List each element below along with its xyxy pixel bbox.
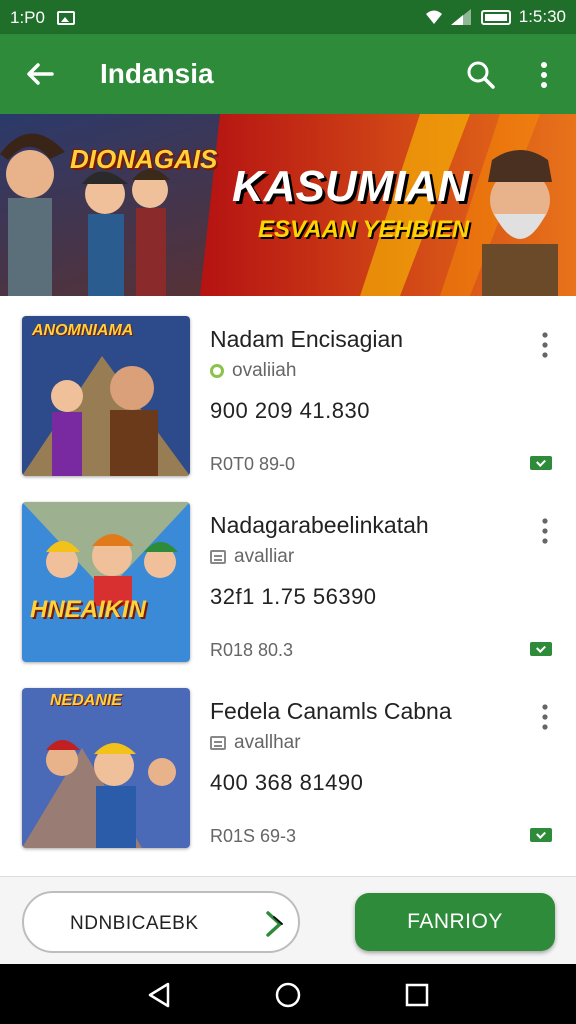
app-title: Indansia (100, 58, 214, 89)
game-subtitle-row: ovaliiah (210, 360, 296, 382)
nav-recents-icon[interactable] (400, 978, 434, 1012)
ring-icon (210, 364, 224, 378)
more-vert-icon[interactable] (532, 516, 558, 546)
game-name: Nadam Encisagian (210, 326, 404, 352)
game-thumbnail[interactable]: NEDANIE (22, 688, 190, 848)
more-vert-icon[interactable] (532, 330, 558, 360)
status-time-left: 1:P0 (10, 8, 45, 27)
game-meta: R01S 69-3 (210, 826, 297, 846)
nav-back-icon[interactable] (142, 978, 176, 1012)
banner-subheadline: ESVAAN YEHBIEN (258, 216, 470, 243)
thumb-title-text: ANOMNIAMA (32, 322, 134, 339)
installed-badge-icon (530, 642, 552, 656)
game-stats: 400 368 81490 (210, 770, 364, 795)
game-subtitle-row: avalliar (210, 546, 294, 568)
image-notification-icon (56, 11, 75, 25)
game-meta: R018 80.3 (210, 640, 294, 660)
game-stats: 900 209 41.830 (210, 398, 370, 423)
secondary-action-label: NDNBICAEBK (70, 913, 199, 934)
thumb-title-text: HNEAIKIN (30, 596, 147, 623)
game-card[interactable]: HNEAIKIN Nadagarabeelinkatah avalliar 32… (0, 482, 576, 668)
bottom-action-bar: NDNBICAEBK FANRIOY (0, 876, 576, 965)
game-name: Fedela Canamls Cabna (210, 698, 452, 724)
list-icon (210, 736, 226, 750)
game-stats: 32f1 1.75 56390 (210, 584, 377, 609)
game-thumbnail[interactable]: ANOMNIAMA (22, 316, 190, 476)
installed-badge-icon (530, 828, 552, 842)
signal-icon (450, 9, 471, 25)
game-subtitle: avallhar (234, 732, 301, 753)
game-subtitle-row: avallhar (210, 732, 301, 754)
more-vert-icon[interactable] (532, 702, 558, 732)
game-card[interactable]: ANOMNIAMA Nadam Encisagian ovaliiah 900 … (0, 296, 576, 482)
list-icon (210, 550, 226, 564)
game-meta: R0T0 89-0 (210, 454, 296, 474)
chevron-icon (266, 911, 283, 937)
game-thumbnail[interactable]: HNEAIKIN (22, 502, 190, 662)
more-vert-icon[interactable] (528, 58, 560, 92)
thumb-title-text: NEDANIE (50, 692, 123, 709)
secondary-action-button[interactable]: NDNBICAEBK (22, 891, 300, 953)
game-subtitle: avalliar (234, 546, 295, 567)
app-bar: Indansia (0, 34, 576, 114)
game-card[interactable]: NEDANIE Fedela Canamls Cabna avallhar 40… (0, 668, 576, 854)
nav-home-icon[interactable] (271, 978, 305, 1012)
battery-icon (480, 9, 511, 25)
back-arrow-icon[interactable] (22, 56, 58, 92)
primary-action-label: FANRIOY (407, 910, 503, 933)
banner-logo-text: DIONAGAIS (70, 144, 218, 174)
game-subtitle: ovaliiah (232, 360, 297, 381)
wifi-icon (425, 10, 442, 24)
status-time-right: 1:5:30 (518, 7, 566, 26)
banner-headline: KASUMIAN (232, 162, 470, 211)
game-name: Nadagarabeelinkatah (210, 512, 429, 538)
system-nav-bar (0, 964, 576, 1024)
primary-action-button[interactable]: FANRIOY (355, 893, 555, 951)
game-list: ANOMNIAMA Nadam Encisagian ovaliiah 900 … (0, 296, 576, 876)
installed-badge-icon (530, 456, 552, 470)
search-icon[interactable] (464, 58, 498, 92)
promo-banner[interactable]: DIONAGAIS KASUMIAN ESVAAN YEHBIEN (0, 114, 576, 296)
status-bar: 1:P0 1:5:30 (0, 0, 576, 34)
